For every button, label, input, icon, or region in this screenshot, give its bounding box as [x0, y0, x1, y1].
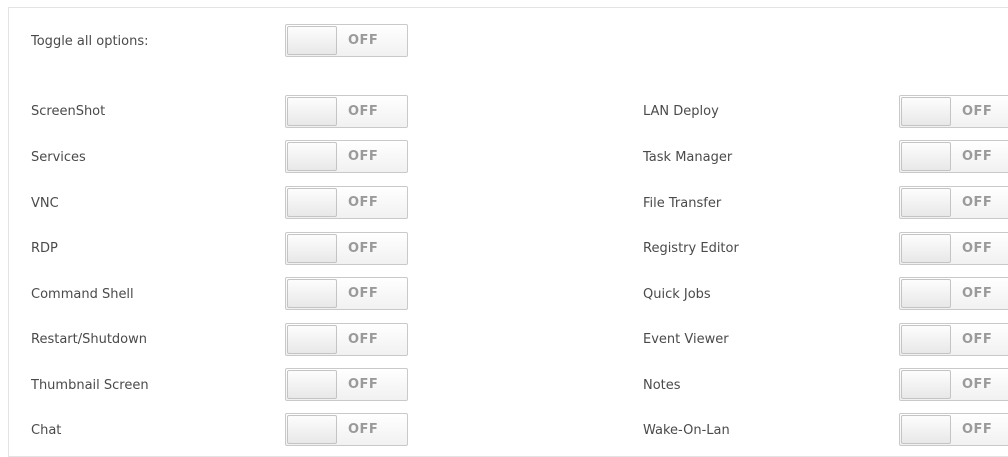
- toggle-knob: [287, 142, 337, 171]
- toggle-state: OFF: [962, 104, 993, 119]
- toggle-chat[interactable]: OFF: [285, 413, 408, 446]
- toggle-state: OFF: [348, 195, 379, 210]
- toggle-state: OFF: [962, 241, 993, 256]
- toggle-state: OFF: [962, 195, 993, 210]
- toggle-knob: [287, 188, 337, 217]
- toggle-lan-deploy[interactable]: OFF: [899, 95, 1008, 128]
- toggle-knob: [287, 279, 337, 308]
- toggle-event-viewer[interactable]: OFF: [899, 323, 1008, 356]
- toggle-knob: [287, 325, 337, 354]
- toggle-knob: [901, 97, 951, 126]
- option-label-chat: Chat: [31, 423, 62, 438]
- toggle-knob: [901, 325, 951, 354]
- toggle-knob: [901, 142, 951, 171]
- toggle-all-switch[interactable]: OFF: [285, 24, 408, 57]
- toggle-rdp[interactable]: OFF: [285, 232, 408, 265]
- option-label-notes: Notes: [643, 378, 681, 393]
- toggle-knob: [901, 234, 951, 263]
- toggle-knob: [287, 415, 337, 444]
- option-label-task-manager: Task Manager: [643, 150, 733, 165]
- toggle-knob: [287, 234, 337, 263]
- toggle-registry-editor[interactable]: OFF: [899, 232, 1008, 265]
- toggle-state: OFF: [348, 149, 379, 164]
- toggle-file-transfer[interactable]: OFF: [899, 186, 1008, 219]
- toggle-knob: [901, 188, 951, 217]
- toggle-wake-on-lan[interactable]: OFF: [899, 413, 1008, 446]
- toggle-state: OFF: [348, 422, 379, 437]
- toggle-knob: [287, 370, 337, 399]
- option-label-registry-editor: Registry Editor: [643, 241, 739, 256]
- option-label-rdp: RDP: [31, 241, 58, 256]
- toggle-state: OFF: [962, 286, 993, 301]
- option-label-file-transfer: File Transfer: [643, 196, 722, 211]
- toggle-screenshot[interactable]: OFF: [285, 95, 408, 128]
- option-label-event-viewer: Event Viewer: [643, 332, 729, 347]
- toggle-state: OFF: [962, 377, 993, 392]
- toggle-state: OFF: [962, 149, 993, 164]
- option-label-restart-shutdown: Restart/Shutdown: [31, 332, 148, 347]
- option-label-command-shell: Command Shell: [31, 287, 134, 302]
- toggle-command-shell[interactable]: OFF: [285, 277, 408, 310]
- toggle-state: OFF: [348, 33, 379, 48]
- toggle-thumbnail-screen[interactable]: OFF: [285, 368, 408, 401]
- option-label-lan-deploy: LAN Deploy: [643, 104, 719, 119]
- toggle-task-manager[interactable]: OFF: [899, 140, 1008, 173]
- toggle-knob: [901, 415, 951, 444]
- toggle-knob: [901, 370, 951, 399]
- toggle-all-label: Toggle all options:: [31, 34, 149, 49]
- option-label-wake-on-lan: Wake-On-Lan: [643, 423, 730, 438]
- toggle-state: OFF: [962, 332, 993, 347]
- options-panel: [8, 7, 1008, 457]
- toggle-vnc[interactable]: OFF: [285, 186, 408, 219]
- option-label-screenshot: ScreenShot: [31, 104, 106, 119]
- toggle-knob: [287, 26, 337, 55]
- option-label-vnc: VNC: [31, 196, 59, 211]
- toggle-notes[interactable]: OFF: [899, 368, 1008, 401]
- toggle-state: OFF: [348, 377, 379, 392]
- toggle-knob: [901, 279, 951, 308]
- option-label-thumbnail-screen: Thumbnail Screen: [31, 378, 149, 393]
- toggle-state: OFF: [348, 286, 379, 301]
- toggle-state: OFF: [348, 241, 379, 256]
- toggle-state: OFF: [962, 422, 993, 437]
- toggle-state: OFF: [348, 332, 379, 347]
- toggle-restart-shutdown[interactable]: OFF: [285, 323, 408, 356]
- toggle-state: OFF: [348, 104, 379, 119]
- toggle-services[interactable]: OFF: [285, 140, 408, 173]
- option-label-quick-jobs: Quick Jobs: [643, 287, 711, 302]
- toggle-quick-jobs[interactable]: OFF: [899, 277, 1008, 310]
- option-label-services: Services: [31, 150, 86, 165]
- toggle-knob: [287, 97, 337, 126]
